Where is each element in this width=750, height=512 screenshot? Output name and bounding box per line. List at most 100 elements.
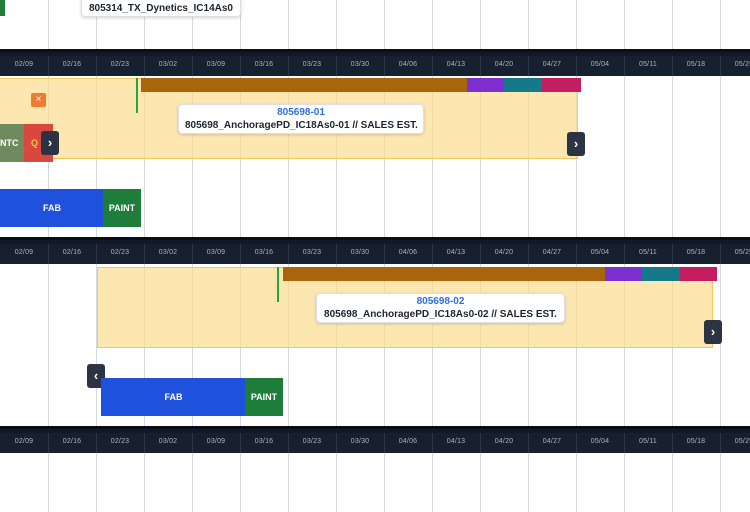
- week-header-2: 02/09 02/16 02/23 03/02 03/09 03/16 03/23 03/30…: [0, 237, 750, 264]
- week-separator: [192, 56, 193, 76]
- fab-label: FAB: [164, 392, 183, 402]
- week-label: 04/06: [398, 438, 418, 445]
- week-label: 04/20: [494, 438, 514, 445]
- week-separator: [576, 56, 577, 76]
- fab-task[interactable]: FAB: [0, 189, 104, 227]
- week-label: 05/25: [734, 249, 750, 256]
- week-header-row: 02/09 02/16 02/23 03/02 03/09 03/16 03/23 03/30…: [0, 56, 750, 76]
- week-separator: [192, 244, 193, 264]
- week-label: 02/16: [62, 438, 82, 445]
- week-separator: [672, 56, 673, 76]
- week-separator: [432, 244, 433, 264]
- week-separator: [240, 56, 241, 76]
- week-label: 02/09: [14, 61, 34, 68]
- progress-bar-purple: [605, 267, 643, 281]
- week-label: 02/09: [14, 438, 34, 445]
- week-separator: [96, 56, 97, 76]
- week-label: 03/30: [350, 438, 370, 445]
- week-label: 05/25: [734, 438, 750, 445]
- week-label: 05/11: [639, 438, 657, 445]
- week-separator: [384, 56, 385, 76]
- progress-bar-brown: [141, 78, 468, 92]
- week-header-3: 02/09 02/16 02/23 03/02 03/09 03/16 03/23 03/30…: [0, 426, 750, 453]
- week-separator: [336, 244, 337, 264]
- week-label: 05/18: [686, 61, 706, 68]
- week-label: 05/18: [686, 438, 706, 445]
- week-label: 04/20: [494, 61, 514, 68]
- week-label: 03/16: [254, 249, 274, 256]
- week-separator: [288, 56, 289, 76]
- week-separator: [576, 433, 577, 453]
- week-label: 05/04: [590, 249, 610, 256]
- stage-ntc-label: NTC: [0, 138, 19, 148]
- paint-task[interactable]: PAINT: [245, 378, 283, 416]
- week-label: 04/06: [398, 61, 418, 68]
- week-label: 04/13: [446, 438, 466, 445]
- progress-bar-teal: [642, 267, 681, 281]
- progress-bar-teal: [504, 78, 543, 92]
- week-separator: [288, 244, 289, 264]
- week-separator: [144, 433, 145, 453]
- week-label: 03/30: [350, 249, 370, 256]
- progress-bar-magenta: [680, 267, 717, 281]
- week-label: 02/23: [110, 61, 130, 68]
- job-id: 805698-01: [277, 107, 325, 118]
- week-label: 05/04: [590, 438, 610, 445]
- job-name: 805698_AnchoragePD_IC18As0-02 // SALES E…: [324, 309, 557, 320]
- week-label: 03/23: [302, 61, 322, 68]
- week-label: 04/20: [494, 249, 514, 256]
- fab-label: FAB: [43, 203, 61, 213]
- week-separator: [480, 433, 481, 453]
- week-separator: [624, 433, 625, 453]
- stage-ntc[interactable]: NTC: [0, 124, 24, 162]
- week-separator: [480, 244, 481, 264]
- job-id: 805698-02: [416, 296, 465, 307]
- week-separator: [240, 244, 241, 264]
- week-label: 03/09: [206, 61, 226, 68]
- week-label: 03/16: [254, 61, 274, 68]
- progress-bar-magenta: [542, 78, 581, 92]
- week-separator: [432, 56, 433, 76]
- week-separator: [384, 433, 385, 453]
- week-separator: [576, 244, 577, 264]
- job-tooltip-1: 805698-01 805698_AnchoragePD_IC18As0-01 …: [178, 104, 424, 134]
- top-item-label: 805314_TX_Dynetics_IC14As0: [81, 0, 241, 17]
- scroll-right-button[interactable]: ›: [41, 131, 59, 155]
- top-item-bar[interactable]: [0, 0, 5, 16]
- week-separator: [48, 56, 49, 76]
- week-separator: [480, 56, 481, 76]
- week-label: 02/23: [110, 249, 130, 256]
- week-label: 05/11: [639, 61, 657, 68]
- fab-task[interactable]: FAB: [101, 378, 246, 416]
- week-label: 04/27: [542, 249, 562, 256]
- week-header-1: 02/09 02/16 02/23 03/02 03/09 03/16 03/23 03/30…: [0, 49, 750, 76]
- week-separator: [288, 433, 289, 453]
- week-separator: [384, 244, 385, 264]
- week-separator: [336, 56, 337, 76]
- today-marker: [277, 267, 279, 302]
- week-label: 04/13: [446, 249, 466, 256]
- paint-task[interactable]: PAINT: [103, 189, 141, 227]
- week-separator: [96, 433, 97, 453]
- week-label: 05/11: [639, 249, 657, 256]
- today-marker: [136, 78, 138, 113]
- week-label: 03/23: [302, 438, 322, 445]
- stage-q-label: Q: [31, 138, 39, 148]
- week-separator: [624, 244, 625, 264]
- week-separator: [240, 433, 241, 453]
- scroll-right-button[interactable]: ›: [704, 320, 722, 344]
- paint-label: PAINT: [250, 392, 278, 402]
- scroll-right-button[interactable]: ›: [567, 132, 585, 156]
- week-separator: [336, 433, 337, 453]
- week-label: 04/06: [398, 249, 418, 256]
- week-label: 02/23: [110, 438, 130, 445]
- week-label: 03/09: [206, 249, 226, 256]
- week-separator: [720, 56, 721, 76]
- week-separator: [432, 433, 433, 453]
- week-label: 03/02: [158, 438, 178, 445]
- close-icon[interactable]: ×: [31, 93, 46, 107]
- week-label: 03/30: [350, 61, 370, 68]
- week-label: 03/16: [254, 438, 274, 445]
- week-label: 03/09: [206, 438, 226, 445]
- week-separator: [144, 244, 145, 264]
